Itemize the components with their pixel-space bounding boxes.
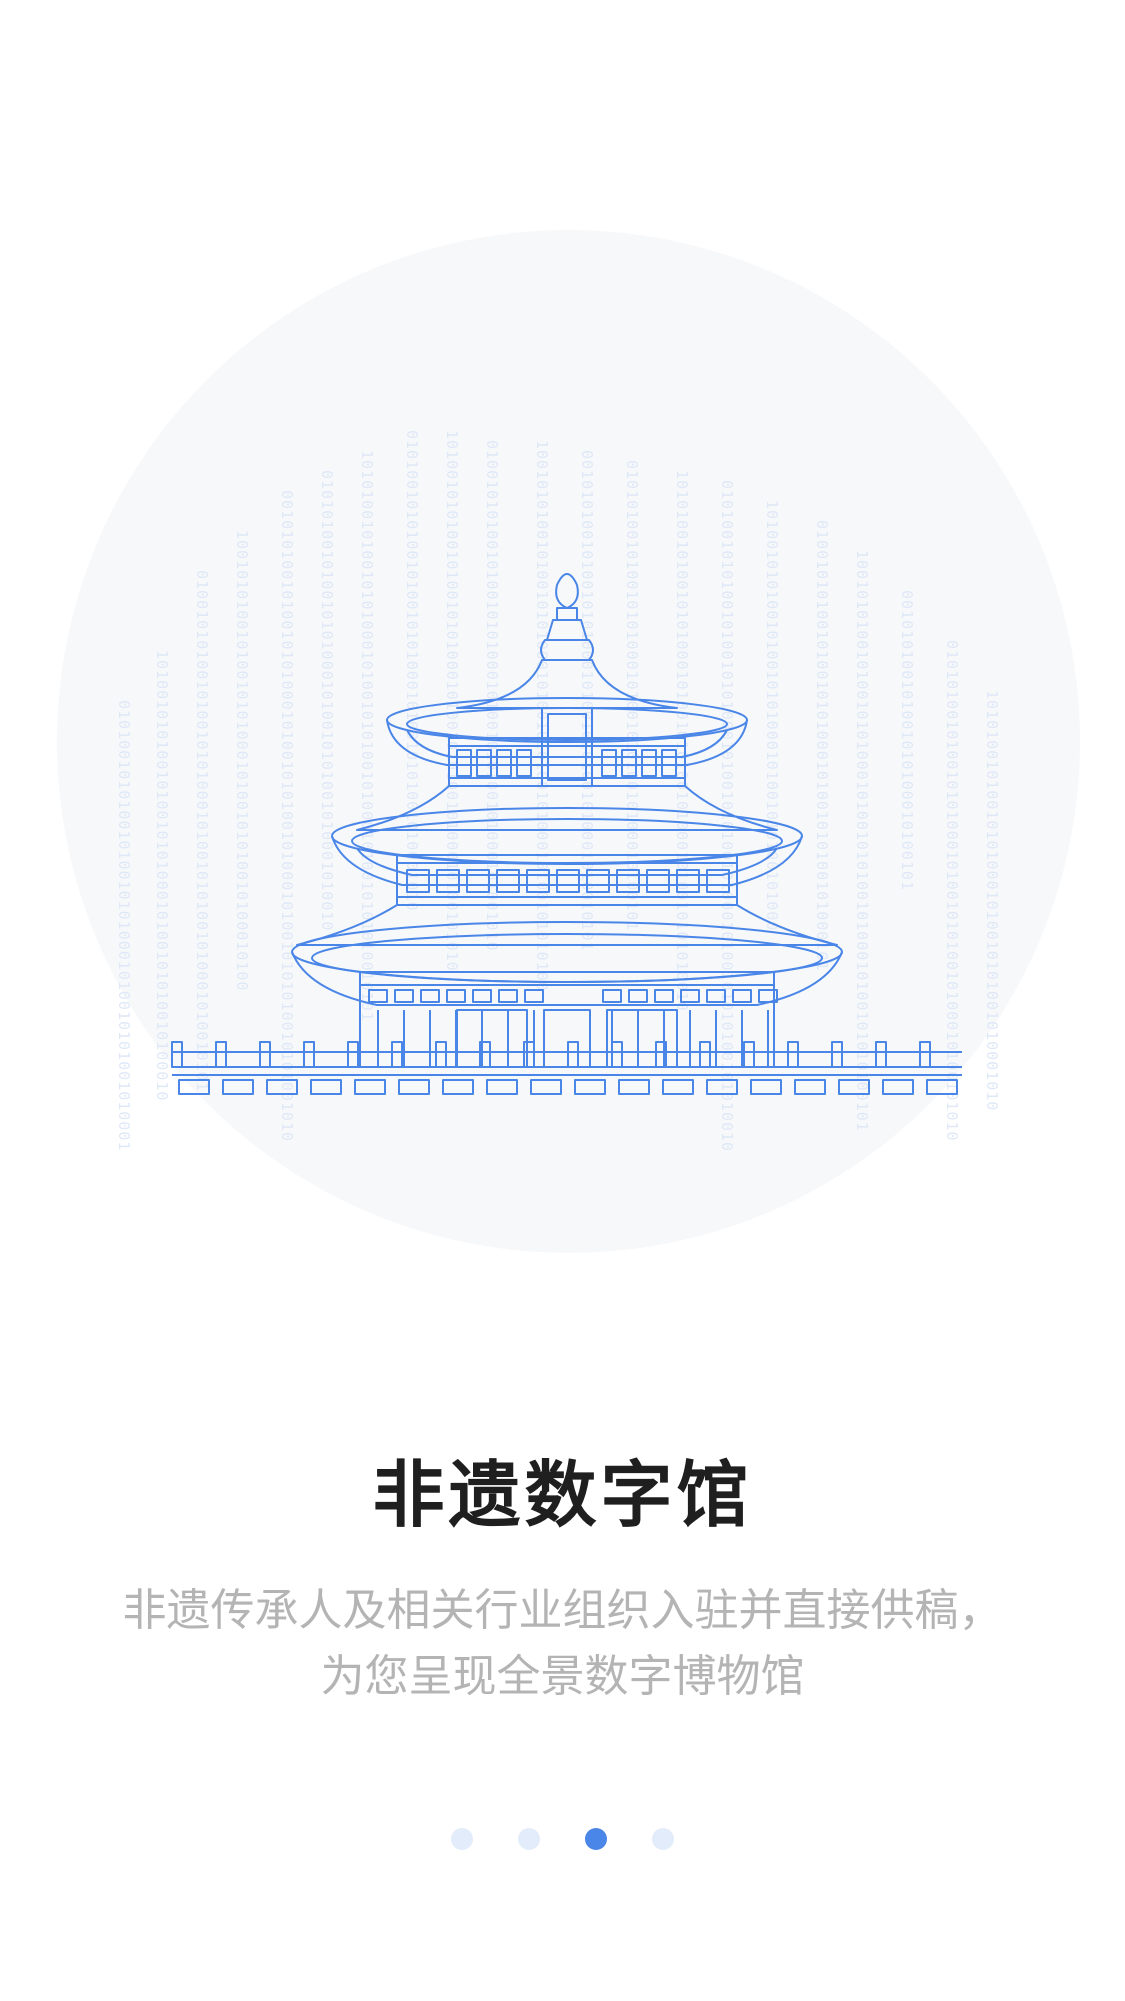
binary-column: 0101001010100101001010100010100101010010… bbox=[403, 430, 421, 911]
description-line-2: 为您呈现全景数字博物馆 bbox=[320, 1651, 805, 1702]
binary-column: 1001010100101001010100010100101010010100… bbox=[853, 550, 871, 1132]
binary-column: 0100101010010100101010001010010101001010… bbox=[193, 570, 211, 1092]
binary-column: 0100101010010100101010001010010101001010… bbox=[813, 520, 831, 971]
binary-column: 0101010010100101010001010010101001010001… bbox=[318, 470, 336, 931]
binary-column: 001010100101001010100010100101 bbox=[898, 590, 916, 891]
page-dot-3[interactable] bbox=[585, 1828, 607, 1850]
page-dot-4[interactable] bbox=[652, 1828, 674, 1850]
binary-column: 1010100101001010100010100101010010100010… bbox=[983, 690, 1001, 1111]
binary-column: 1010100101001010100010100101010010100010… bbox=[673, 470, 691, 1012]
binary-column: 0101010010100101010001010010101001010001… bbox=[623, 460, 641, 931]
hero-illustration: 0101001010100101001010100010100101010010… bbox=[57, 230, 1080, 1253]
binary-column: 0010101001010010101000101001010100101000… bbox=[278, 490, 296, 1142]
slide-description: 非遗传承人及相关行业组织入驻并直接供稿， 为您呈现全景数字博物馆 bbox=[90, 1578, 1035, 1710]
page-indicator bbox=[0, 1828, 1125, 1852]
binary-column: 1010010101001010010101000101001010100101… bbox=[153, 650, 171, 1101]
binary-column: 1010100101001010100010100101010010100010… bbox=[358, 450, 376, 1022]
page-dot-2[interactable] bbox=[518, 1828, 540, 1850]
slide-title: 非遗数字馆 bbox=[372, 1452, 753, 1537]
description-line-1: 非遗传承人及相关行业组织入驻并直接供稿， bbox=[122, 1585, 1003, 1636]
page-dot-1[interactable] bbox=[451, 1828, 473, 1850]
temple-of-heaven-icon: 0101001010100101001010100010100101010010… bbox=[57, 230, 1080, 1253]
onboarding-screen[interactable]: 0101001010100101001010100010100101010010… bbox=[0, 0, 1125, 2001]
binary-column: 1001010100101001010100010100101010010100… bbox=[233, 530, 251, 991]
binary-column: 0101001010100101001010100010100101010010… bbox=[115, 700, 133, 1151]
